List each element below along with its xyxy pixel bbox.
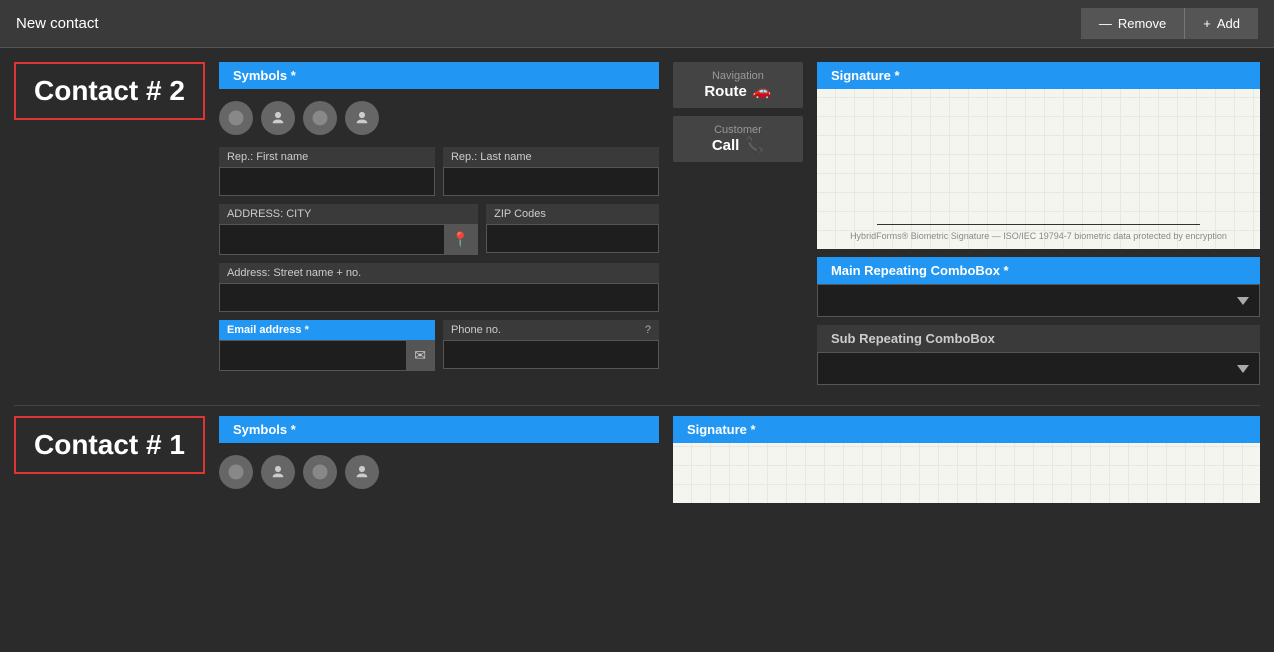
contact-2-sub-combo-group: Sub Repeating ComboBox xyxy=(817,325,1260,385)
contact-1-symbol-circle-1[interactable] xyxy=(219,455,253,489)
contact-2-main-row: Contact # 2 Symbols * xyxy=(14,62,1260,385)
contact-2-main-combo-group: Main Repeating ComboBox * xyxy=(817,257,1260,317)
contact-2-zip-wrap xyxy=(486,224,659,253)
contact-2-email-input[interactable] xyxy=(220,342,406,369)
contact-2-center-panel: Navigation Route 🚗 Customer Call 📞 xyxy=(673,62,803,162)
contact-2-left-panel: Symbols * xyxy=(219,62,659,371)
contact-2-street-input[interactable] xyxy=(220,284,658,311)
contact-2-signature-group: Signature * HybridForms® Biometric Signa… xyxy=(817,62,1260,249)
contact-2-call-value: Call 📞 xyxy=(687,136,789,154)
contact-2-name-row: Rep.: First name Rep.: Last name xyxy=(219,147,659,196)
contact-1-signature-group: Signature * xyxy=(673,416,1260,503)
contact-2-phone-help-icon: ? xyxy=(645,324,651,336)
contact-2-email-wrap: ✉ xyxy=(219,340,435,371)
contact-1-right-panel: Signature * xyxy=(673,416,1260,503)
contact-2-city-group: ADDRESS: CITY 📍 xyxy=(219,204,478,255)
contact-2-last-name-group: Rep.: Last name xyxy=(443,147,659,196)
contact-2-city-input[interactable] xyxy=(220,226,444,253)
contact-2-phone-input[interactable] xyxy=(444,341,658,368)
contact-2-nav-label: Navigation xyxy=(687,70,789,82)
contact-2-car-icon: 🚗 xyxy=(753,82,772,100)
contact-divider xyxy=(14,405,1260,406)
contact-2-zip-input[interactable] xyxy=(487,225,658,252)
remove-label: Remove xyxy=(1118,16,1166,31)
header-bar: New contact — Remove + Add xyxy=(0,0,1274,48)
contact-2-zip-label: ZIP Codes xyxy=(486,204,659,224)
contact-2-signature-footer: HybridForms® Biometric Signature — ISO/I… xyxy=(837,231,1240,241)
contact-1-main-row: Contact # 1 Symbols * xyxy=(14,416,1260,503)
contact-block-2: Contact # 2 Symbols * xyxy=(14,62,1260,385)
contact-2-customer-card[interactable]: Customer Call 📞 xyxy=(673,116,803,162)
contact-2-route-value: Route 🚗 xyxy=(687,82,789,100)
contact-2-street-group: Address: Street name + no. xyxy=(219,263,659,312)
contact-1-signature-header: Signature * xyxy=(673,416,1260,443)
contact-2-street-wrap xyxy=(219,283,659,312)
contact-2-customer-nav-label: Customer xyxy=(687,124,789,136)
contact-2-city-wrap: 📍 xyxy=(219,224,478,255)
contact-2-phone-group: Phone no. ? xyxy=(443,320,659,371)
contact-2-street-label: Address: Street name + no. xyxy=(219,263,659,283)
contact-1-left-panel: Symbols * xyxy=(219,416,659,493)
add-button[interactable]: + Add xyxy=(1184,8,1258,39)
contact-2-signature-canvas[interactable]: HybridForms® Biometric Signature — ISO/I… xyxy=(817,89,1260,249)
contact-2-first-name-group: Rep.: First name xyxy=(219,147,435,196)
contact-2-first-name-label: Rep.: First name xyxy=(219,147,435,167)
remove-icon: — xyxy=(1099,16,1112,31)
contact-2-street-row: Address: Street name + no. xyxy=(219,263,659,312)
add-label: Add xyxy=(1217,16,1240,31)
contact-2-location-btn[interactable]: 📍 xyxy=(444,225,477,254)
contact-2-phone-wrap xyxy=(443,340,659,369)
contact-2-sub-combo-label: Sub Repeating ComboBox xyxy=(817,325,1260,352)
contact-2-phone-icon: 📞 xyxy=(745,136,764,154)
contact-2-signature-header: Signature * xyxy=(817,62,1260,89)
contact-1-symbol-circle-2[interactable] xyxy=(303,455,337,489)
page-title: New contact xyxy=(16,15,99,32)
contact-2-email-btn[interactable]: ✉ xyxy=(406,341,434,370)
contact-2-first-name-input[interactable] xyxy=(220,168,434,195)
contact-2-phone-label-text: Phone no. xyxy=(451,324,501,336)
contact-2-symbols-icons xyxy=(219,97,659,139)
contact-block-1: Contact # 1 Symbols * xyxy=(14,416,1260,503)
contact-2-email-label: Email address * xyxy=(219,320,435,340)
contact-1-symbols-icons xyxy=(219,451,659,493)
main-content: Contact # 2 Symbols * xyxy=(0,48,1274,523)
symbol-person-1[interactable] xyxy=(261,101,295,135)
contact-2-email-group: Email address * ✉ xyxy=(219,320,435,371)
contact-2-zip-group: ZIP Codes xyxy=(486,204,659,255)
contact-2-route-card[interactable]: Navigation Route 🚗 xyxy=(673,62,803,108)
add-icon: + xyxy=(1203,16,1211,31)
contact-1-symbols-header: Symbols * xyxy=(219,416,659,443)
contact-2-city-label: ADDRESS: CITY xyxy=(219,204,478,224)
symbol-circle-1[interactable] xyxy=(219,101,253,135)
contact-2-address-row: ADDRESS: CITY 📍 ZIP Codes xyxy=(219,204,659,255)
contact-2-first-name-wrap xyxy=(219,167,435,196)
symbol-circle-2[interactable] xyxy=(303,101,337,135)
contact-2-main-combo-label: Main Repeating ComboBox * xyxy=(817,257,1260,284)
contact-1-signature-canvas[interactable] xyxy=(673,443,1260,503)
contact-2-symbols-header: Symbols * xyxy=(219,62,659,89)
contact-2-main-combo-select[interactable] xyxy=(817,284,1260,317)
contact-2-signature-line xyxy=(877,224,1199,225)
remove-button[interactable]: — Remove xyxy=(1081,8,1184,39)
header-actions: — Remove + Add xyxy=(1081,8,1258,39)
symbol-person-2[interactable] xyxy=(345,101,379,135)
contact-2-right-panel: Signature * HybridForms® Biometric Signa… xyxy=(817,62,1260,385)
contact-2-last-name-label: Rep.: Last name xyxy=(443,147,659,167)
contact-2-email-phone-row: Email address * ✉ Phone no. ? xyxy=(219,320,659,371)
contact-1-symbol-person-2[interactable] xyxy=(345,455,379,489)
contact-2-title: Contact # 2 xyxy=(14,62,205,120)
contact-2-sub-combo-select[interactable] xyxy=(817,352,1260,385)
contact-1-symbol-person-1[interactable] xyxy=(261,455,295,489)
contact-1-title: Contact # 1 xyxy=(14,416,205,474)
contact-2-phone-label: Phone no. ? xyxy=(443,320,659,340)
contact-2-last-name-wrap xyxy=(443,167,659,196)
contact-2-last-name-input[interactable] xyxy=(444,168,658,195)
